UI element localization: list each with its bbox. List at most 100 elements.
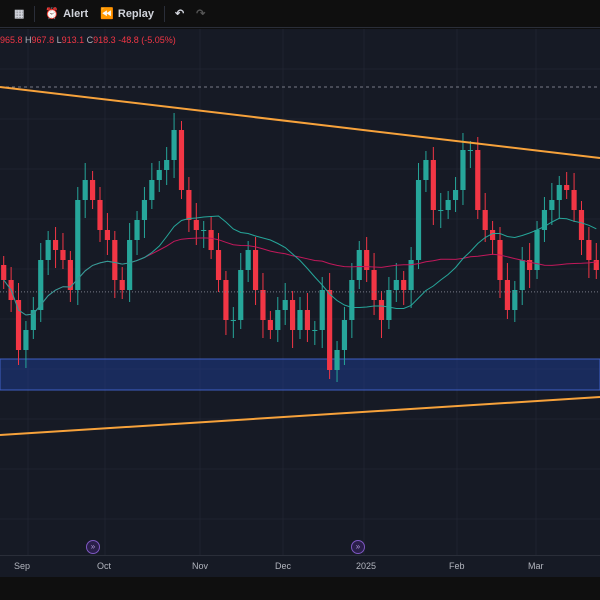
price-chart[interactable] xyxy=(0,29,600,575)
candle-body xyxy=(238,270,244,320)
candle-body xyxy=(104,230,110,240)
candle-body xyxy=(23,330,29,350)
replay-button[interactable]: ⏪ Replay xyxy=(94,7,160,21)
candle-body xyxy=(275,310,281,330)
candle-body xyxy=(201,230,207,231)
candle-body xyxy=(127,240,133,290)
candle-body xyxy=(334,350,340,370)
candle-body xyxy=(215,250,222,280)
candle-body xyxy=(327,290,333,370)
time-label: Oct xyxy=(97,561,112,571)
legend-high: 967.8 xyxy=(31,35,55,45)
lower-trendline xyxy=(0,396,600,436)
candle-body xyxy=(438,210,444,211)
candle-body xyxy=(141,200,148,220)
candle-body xyxy=(134,220,140,240)
ohlc-legend: 965.8 H967.8 L913.1 C918.3 -48.8 (-5.05%… xyxy=(0,35,176,45)
candle-body xyxy=(297,310,303,330)
support-zone xyxy=(0,358,600,391)
redo-icon[interactable]: ↷ xyxy=(190,7,211,20)
time-axis[interactable]: Sep Oct Nov Dec 2025 Feb Mar xyxy=(0,555,600,577)
candle-body xyxy=(156,170,162,180)
candle-body xyxy=(341,320,348,350)
candle-body xyxy=(82,180,88,200)
candle-body xyxy=(30,310,36,330)
candle-body xyxy=(290,300,296,330)
candle-body xyxy=(349,280,355,320)
candle-body xyxy=(452,190,459,200)
alarm-clock-icon: ⏰ xyxy=(45,8,60,20)
chart-canvas[interactable] xyxy=(0,29,600,555)
candle-body xyxy=(252,250,259,290)
legend-change: -48.8 (-5.05%) xyxy=(118,35,176,45)
candle-body xyxy=(371,270,377,300)
candle-body xyxy=(393,280,399,290)
replay-icon: ⏪ xyxy=(100,8,114,20)
candle-body xyxy=(260,290,266,320)
candle-body xyxy=(60,250,66,260)
candle-body xyxy=(312,330,318,331)
candle-body xyxy=(119,280,125,290)
time-label: Nov xyxy=(192,561,209,571)
candle-body xyxy=(45,240,51,260)
divider xyxy=(163,5,165,22)
candle-body xyxy=(149,180,155,200)
undo-icon[interactable]: ↶ xyxy=(169,7,190,20)
candle-body xyxy=(564,185,570,190)
time-label: Sep xyxy=(14,561,31,571)
divider xyxy=(34,5,36,22)
time-label: Feb xyxy=(449,561,465,571)
candle-body xyxy=(1,265,7,280)
candle-body xyxy=(112,240,118,280)
candle-body xyxy=(512,290,518,310)
candle-body xyxy=(571,190,577,210)
candle-body xyxy=(556,185,562,200)
candle-body xyxy=(549,200,555,210)
time-label: Mar xyxy=(528,561,544,571)
candle-body xyxy=(52,240,59,250)
candle-body xyxy=(282,300,288,310)
candle-body xyxy=(178,130,185,190)
alert-label: Alert xyxy=(63,7,89,20)
candle-body xyxy=(423,160,429,180)
candle-body xyxy=(208,230,214,250)
candle-body xyxy=(578,210,585,240)
candle-body xyxy=(586,240,592,260)
candle-body xyxy=(430,160,436,210)
time-label: Dec xyxy=(275,561,292,571)
candle-body xyxy=(304,310,310,330)
event-marker-icon[interactable]: » xyxy=(351,540,365,554)
candle-body xyxy=(386,290,392,320)
candle-body xyxy=(401,280,407,290)
legend-low: 913.1 xyxy=(61,35,85,45)
candle-body xyxy=(230,320,236,321)
top-toolbar: ▦ ⏰ Alert ⏪ Replay ↶ ↷ xyxy=(0,0,600,28)
replay-label: Replay xyxy=(117,7,154,20)
candle-body xyxy=(15,300,22,350)
candle-body xyxy=(356,250,362,280)
candle-body xyxy=(378,300,385,320)
candle-body xyxy=(482,210,488,230)
bottom-bar xyxy=(0,577,600,600)
candle-body xyxy=(519,260,525,290)
candle-body xyxy=(415,180,422,260)
upper-trendline xyxy=(0,86,600,159)
candle-body xyxy=(90,180,96,200)
candle-body xyxy=(445,200,451,210)
candle-body xyxy=(475,150,481,210)
candle-body xyxy=(164,160,170,170)
candle-body xyxy=(497,240,503,280)
candle-body xyxy=(193,220,199,230)
candle-body xyxy=(245,250,251,270)
candle-body xyxy=(593,260,599,270)
candle-body xyxy=(504,280,510,310)
candle-body xyxy=(171,130,177,160)
legend-close: 918.3 xyxy=(93,35,116,45)
candle-body xyxy=(319,290,325,330)
candle-body xyxy=(267,320,273,330)
event-marker-icon[interactable]: » xyxy=(86,540,100,554)
alert-button[interactable]: ⏰ Alert xyxy=(39,7,94,21)
candle-body xyxy=(223,280,229,320)
candle-body xyxy=(186,190,192,220)
layout-grid-icon[interactable]: ▦ xyxy=(8,7,30,20)
